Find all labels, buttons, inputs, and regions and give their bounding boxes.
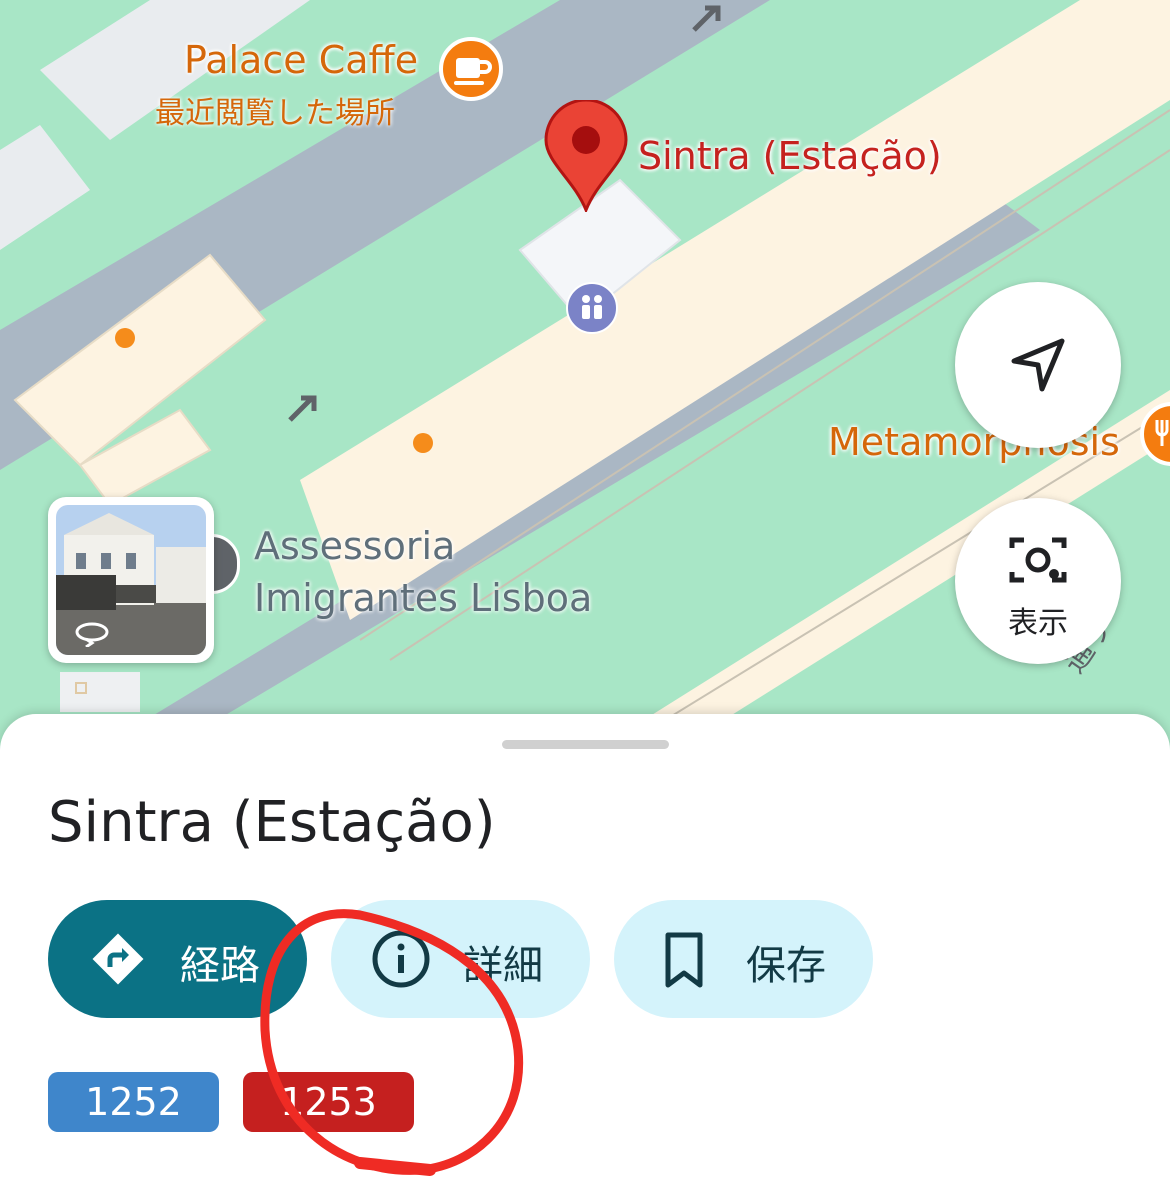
navigation-arrow-icon [1011,338,1065,392]
station-pin-label[interactable]: Sintra (Estação) [638,134,942,178]
my-location-button[interactable] [955,282,1121,448]
camera-lens-icon [1009,537,1067,583]
recently-viewed-label: 最近閲覧した場所 [155,96,395,131]
directions-icon [92,933,144,985]
place-bottom-sheet[interactable]: Sintra (Estação) 経路 詳細 保存 1252 1253 [0,714,1170,1189]
lens-label: 表示 [1008,606,1068,641]
restroom-icon[interactable] [566,282,618,334]
place-title: Sintra (Estação) [48,790,496,855]
bookmark-icon [665,932,703,988]
map-view[interactable]: Palace Caffe 最近閲覧した場所 Sintra (Estação) M… [0,0,1170,760]
save-label: 保存 [746,943,826,989]
sheet-drag-handle[interactable] [502,740,669,749]
directions-label: 経路 [180,943,260,989]
save-button[interactable]: 保存 [614,900,873,1018]
bus-route-badge[interactable]: 1253 [243,1072,414,1132]
street-view-thumbnail[interactable] [48,497,214,663]
assessoria-line-2: Imigrantes Lisboa [254,576,593,620]
assessoria-label[interactable]: Assessoria Imigrantes Lisboa [254,520,592,624]
restaurant-icon[interactable] [1140,402,1170,466]
coffee-icon[interactable] [436,36,506,106]
directions-button[interactable]: 経路 [48,900,307,1018]
location-pin-icon[interactable] [544,100,628,212]
rotate-360-icon [75,622,109,647]
info-icon [372,930,430,988]
details-button[interactable]: 詳細 [331,900,590,1018]
details-label: 詳細 [463,943,543,989]
bus-route-badge[interactable]: 1252 [48,1072,219,1132]
palace-caffe-label[interactable]: Palace Caffe [184,38,418,82]
lens-button[interactable]: 表示 [955,498,1121,664]
assessoria-line-1: Assessoria [254,524,456,568]
